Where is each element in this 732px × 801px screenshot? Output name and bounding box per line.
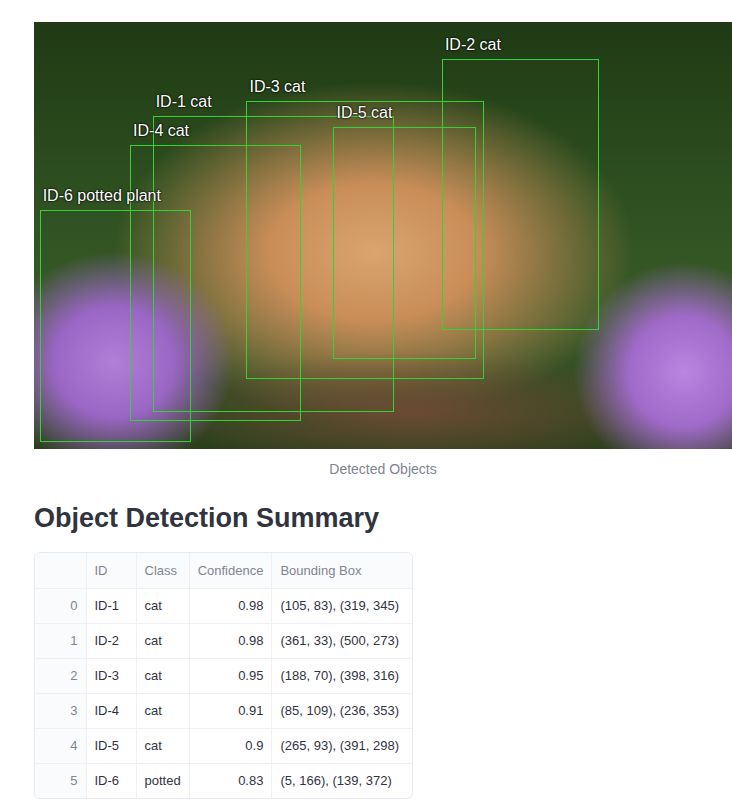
row-index: 0 bbox=[35, 588, 86, 623]
bbox-cell: (265, 93), (391, 298) bbox=[272, 728, 412, 763]
column-header[interactable]: Confidence bbox=[189, 553, 272, 588]
column-header[interactable] bbox=[35, 553, 86, 588]
row-index: 1 bbox=[35, 623, 86, 658]
bbox-cell: (5, 166), (139, 372) bbox=[272, 763, 412, 798]
detection-image: ID-1 catID-2 catID-3 catID-4 catID-5 cat… bbox=[34, 22, 732, 449]
bounding-box-label: ID-4 cat bbox=[133, 122, 189, 140]
column-header[interactable]: ID bbox=[86, 553, 136, 588]
bbox-cell: (188, 70), (398, 316) bbox=[272, 658, 412, 693]
row-index: 3 bbox=[35, 693, 86, 728]
class-cell: cat bbox=[136, 588, 189, 623]
column-header[interactable]: Bounding Box bbox=[272, 553, 412, 588]
class-cell: cat bbox=[136, 623, 189, 658]
table-row[interactable]: 3ID-4cat0.91(85, 109), (236, 353) bbox=[35, 693, 412, 728]
confidence-cell: 0.98 bbox=[189, 623, 272, 658]
bounding-box-label: ID-5 cat bbox=[336, 104, 392, 122]
table-row[interactable]: 4ID-5cat0.9(265, 93), (391, 298) bbox=[35, 728, 412, 763]
table-row[interactable]: 1ID-2cat0.98(361, 33), (500, 273) bbox=[35, 623, 412, 658]
bounding-box-label: ID-6 potted plant bbox=[43, 187, 161, 205]
bbox-cell: (105, 83), (319, 345) bbox=[272, 588, 412, 623]
row-index: 4 bbox=[35, 728, 86, 763]
confidence-cell: 0.95 bbox=[189, 658, 272, 693]
bbox-cell: (85, 109), (236, 353) bbox=[272, 693, 412, 728]
id-cell: ID-6 bbox=[86, 763, 136, 798]
column-header[interactable]: Class bbox=[136, 553, 189, 588]
summary-table: IDClassConfidenceBounding Box0ID-1cat0.9… bbox=[34, 552, 413, 799]
bounding-box: ID-3 cat bbox=[246, 101, 483, 379]
bounding-box: ID-2 cat bbox=[442, 59, 599, 330]
id-cell: ID-4 bbox=[86, 693, 136, 728]
id-cell: ID-2 bbox=[86, 623, 136, 658]
bounding-box-label: ID-3 cat bbox=[249, 78, 305, 96]
section-heading: Object Detection Summary bbox=[34, 500, 732, 536]
table-row[interactable]: 0ID-1cat0.98(105, 83), (319, 345) bbox=[35, 588, 412, 623]
photo bbox=[34, 22, 732, 449]
image-caption: Detected Objects bbox=[34, 460, 732, 478]
bounding-box: ID-6 potted plant bbox=[40, 210, 191, 443]
confidence-cell: 0.98 bbox=[189, 588, 272, 623]
bounding-box: ID-4 cat bbox=[130, 145, 301, 421]
row-index: 5 bbox=[35, 763, 86, 798]
table-row[interactable]: 5ID-6potted0.83(5, 166), (139, 372) bbox=[35, 763, 412, 798]
id-cell: ID-5 bbox=[86, 728, 136, 763]
page: ID-1 catID-2 catID-3 catID-4 catID-5 cat… bbox=[0, 0, 732, 801]
confidence-cell: 0.83 bbox=[189, 763, 272, 798]
bounding-box: ID-1 cat bbox=[153, 116, 395, 412]
class-cell: cat bbox=[136, 658, 189, 693]
confidence-cell: 0.91 bbox=[189, 693, 272, 728]
class-cell: cat bbox=[136, 728, 189, 763]
table-row[interactable]: 2ID-3cat0.95(188, 70), (398, 316) bbox=[35, 658, 412, 693]
id-cell: ID-1 bbox=[86, 588, 136, 623]
bounding-box-label: ID-1 cat bbox=[156, 93, 212, 111]
class-cell: potted bbox=[136, 763, 189, 798]
bbox-cell: (361, 33), (500, 273) bbox=[272, 623, 412, 658]
row-index: 2 bbox=[35, 658, 86, 693]
bounding-box: ID-5 cat bbox=[333, 127, 475, 359]
bounding-box-label: ID-2 cat bbox=[445, 36, 501, 54]
table-header-row: IDClassConfidenceBounding Box bbox=[35, 553, 412, 588]
id-cell: ID-3 bbox=[86, 658, 136, 693]
confidence-cell: 0.9 bbox=[189, 728, 272, 763]
class-cell: cat bbox=[136, 693, 189, 728]
